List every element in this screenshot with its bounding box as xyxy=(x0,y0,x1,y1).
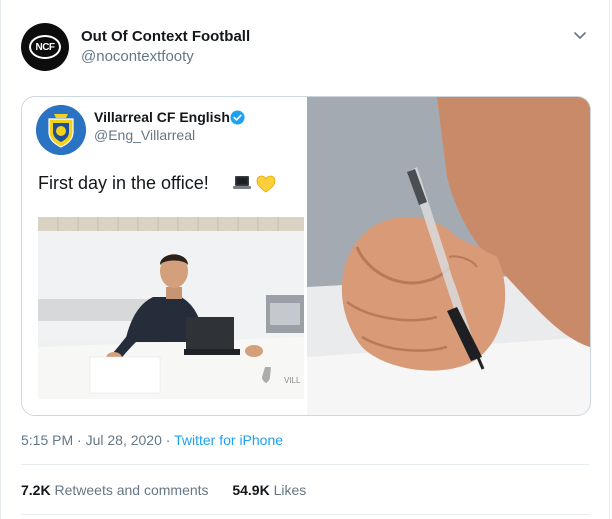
tweet-source-link[interactable]: Twitter for iPhone xyxy=(174,432,283,448)
quoted-tweet-text: First day in the office! xyxy=(38,173,209,193)
retweets-count: 7.2K xyxy=(21,482,51,498)
tweet-header: NCF Out Of Context Football @nocontextfo… xyxy=(1,0,612,90)
signing-hand-photo xyxy=(307,97,590,415)
verified-badge-icon xyxy=(230,110,245,125)
likes-stat[interactable]: 54.9K Likes xyxy=(232,482,306,498)
villarreal-crest-icon xyxy=(36,105,86,155)
author-avatar[interactable]: NCF xyxy=(21,23,69,71)
divider xyxy=(21,514,589,515)
author-handle[interactable]: @nocontextfooty xyxy=(81,48,194,65)
laptop-icon xyxy=(233,176,251,189)
retweets-label: Retweets and comments xyxy=(54,482,209,498)
tweet-stats: 7.2K Retweets and comments 54.9K Likes xyxy=(21,482,306,498)
yellow-heart-icon xyxy=(256,175,276,193)
divider xyxy=(21,464,589,465)
time-date-separator: · xyxy=(77,432,86,448)
quoted-media[interactable]: Villarreal CF English @Eng_Villarreal Fi… xyxy=(21,96,591,416)
quoted-screenshot[interactable]: Villarreal CF English @Eng_Villarreal Fi… xyxy=(22,97,306,415)
tweet-card: NCF Out Of Context Football @nocontextfo… xyxy=(0,0,610,519)
quoted-author-name: Villarreal CF English xyxy=(94,109,230,125)
photo-watermark-text: VILL xyxy=(284,376,301,385)
quoted-author-handle: @Eng_Villarreal xyxy=(94,127,196,143)
chevron-down-icon[interactable] xyxy=(569,24,591,46)
likes-count: 54.9K xyxy=(232,482,270,498)
office-photo: VILL xyxy=(38,217,304,399)
ncf-logo-icon: NCF xyxy=(29,35,61,59)
tweet-time[interactable]: 5:15 PM xyxy=(21,432,73,448)
retweets-stat[interactable]: 7.2K Retweets and comments xyxy=(21,482,209,498)
signing-photo[interactable] xyxy=(307,97,590,415)
tweet-timestamp: 5:15 PM · Jul 28, 2020 · Twitter for iPh… xyxy=(21,432,283,448)
likes-label: Likes xyxy=(273,482,307,498)
author-name[interactable]: Out Of Context Football xyxy=(81,28,250,45)
date-source-separator: · xyxy=(165,432,175,448)
tweet-date[interactable]: Jul 28, 2020 xyxy=(86,432,162,448)
